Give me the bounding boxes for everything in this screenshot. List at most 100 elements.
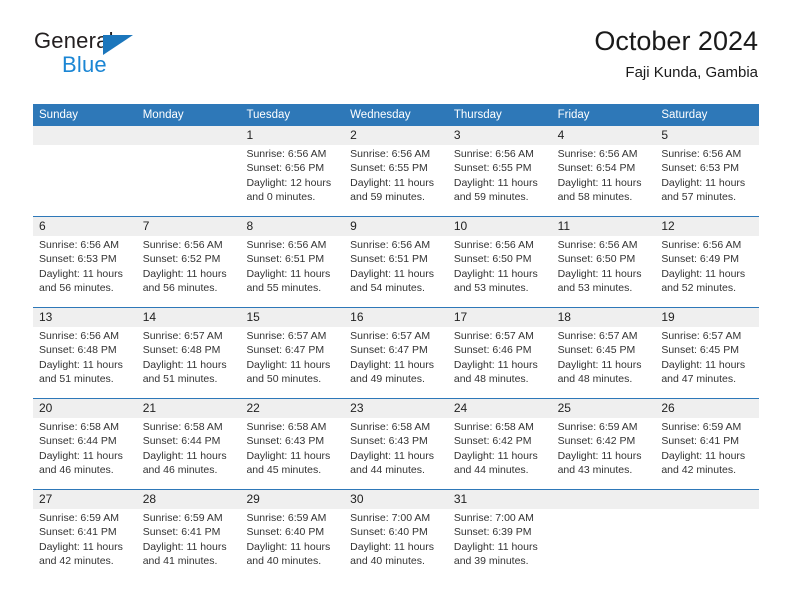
day-cell[interactable]: Sunrise: 6:56 AM Sunset: 6:50 PM Daylight:…	[448, 236, 552, 307]
day-number[interactable]: 25	[552, 399, 656, 418]
day-cell[interactable]: Sunrise: 6:59 AM Sunset: 6:40 PM Daylight:…	[240, 509, 344, 580]
day-cell[interactable]: Sunrise: 6:57 AM Sunset: 6:47 PM Daylight:…	[240, 327, 344, 398]
day-info-line: and 41 minutes.	[142, 554, 218, 567]
day-number[interactable]: 24	[448, 399, 552, 418]
day-cell[interactable]: Sunrise: 6:59 AM Sunset: 6:41 PM Daylight:…	[33, 509, 137, 580]
day-number[interactable]: 21	[137, 399, 241, 418]
day-number[interactable]: 6	[33, 217, 137, 236]
day-cell[interactable]: Sunrise: 6:57 AM Sunset: 6:47 PM Daylight:…	[344, 327, 448, 398]
day-number-empty	[655, 490, 759, 509]
day-info-line: Sunset: 6:50 PM	[453, 253, 532, 266]
day-number-empty	[137, 126, 241, 145]
day-number[interactable]: 20	[33, 399, 137, 418]
day-number[interactable]: 11	[552, 217, 656, 236]
day-number[interactable]: 28	[137, 490, 241, 509]
day-info-line: and 49 minutes.	[350, 372, 425, 385]
weekday-header-thursday: Thursday	[453, 109, 502, 121]
day-cell[interactable]: Sunrise: 6:56 AM Sunset: 6:55 PM Daylight:…	[344, 145, 448, 216]
day-number[interactable]: 14	[137, 308, 241, 327]
day-number[interactable]: 22	[240, 399, 344, 418]
day-cell[interactable]: Sunrise: 6:59 AM Sunset: 6:41 PM Daylight:…	[655, 418, 759, 489]
day-info-line: Daylight: 11 hours	[350, 540, 435, 553]
day-info-line: Daylight: 11 hours	[350, 449, 435, 462]
day-info-line: Sunset: 6:50 PM	[557, 253, 636, 266]
day-info-line: Sunset: 6:51 PM	[350, 253, 428, 266]
day-cell[interactable]: Sunrise: 6:58 AM Sunset: 6:43 PM Daylight:…	[344, 418, 448, 489]
day-info-line: Daylight: 11 hours	[246, 358, 331, 371]
day-cell[interactable]: Sunrise: 6:58 AM Sunset: 6:43 PM Daylight:…	[240, 418, 344, 489]
day-cell[interactable]: Sunrise: 6:56 AM Sunset: 6:50 PM Daylight:…	[552, 236, 656, 307]
day-info-line: Daylight: 11 hours	[350, 358, 435, 371]
logo-text-general: General	[34, 28, 114, 53]
day-number[interactable]: 2	[344, 126, 448, 145]
calendar-weeks: 1 2 3 4 5 Sunrise: 6:56 AM Sunset: 6:56 PM Dayl…	[33, 126, 759, 580]
day-cell[interactable]: Sunrise: 6:56 AM Sunset: 6:54 PM Daylight:…	[552, 145, 656, 216]
day-info-line: Daylight: 11 hours	[453, 449, 538, 462]
day-info-line: Sunset: 6:51 PM	[246, 253, 325, 266]
day-number[interactable]: 29	[240, 490, 344, 509]
day-number[interactable]: 17	[448, 308, 552, 327]
day-number[interactable]: 18	[552, 308, 656, 327]
day-number[interactable]: 16	[344, 308, 448, 327]
day-cell[interactable]: Sunrise: 6:56 AM Sunset: 6:53 PM Daylight:…	[655, 145, 759, 216]
day-cell[interactable]: Sunrise: 6:58 AM Sunset: 6:42 PM Daylight:…	[448, 418, 552, 489]
day-info-line: and 56 minutes.	[39, 281, 114, 294]
day-cell[interactable]: Sunrise: 6:59 AM Sunset: 6:41 PM Daylight:…	[137, 509, 241, 580]
day-cell[interactable]: Sunrise: 6:57 AM Sunset: 6:45 PM Daylight:…	[552, 327, 656, 398]
day-cell[interactable]: Sunrise: 6:56 AM Sunset: 6:56 PM Daylight:…	[240, 145, 344, 216]
day-number[interactable]: 9	[344, 217, 448, 236]
day-info-line: and 47 minutes.	[661, 372, 737, 385]
day-cell[interactable]: Sunrise: 6:57 AM Sunset: 6:46 PM Daylight:…	[448, 327, 552, 398]
day-number[interactable]: 10	[448, 217, 552, 236]
day-info-line: Daylight: 11 hours	[661, 176, 746, 189]
weekday-header-tuesday: Tuesday	[246, 109, 291, 121]
day-info-line: Daylight: 11 hours	[453, 358, 538, 371]
day-cell[interactable]: Sunrise: 7:00 AM Sunset: 6:39 PM Daylight:…	[448, 509, 552, 580]
day-info-line: Sunrise: 6:58 AM	[453, 421, 534, 433]
day-info-line: Sunrise: 6:56 AM	[39, 330, 119, 342]
day-number[interactable]: 15	[240, 308, 344, 327]
day-cell[interactable]: Sunrise: 6:58 AM Sunset: 6:44 PM Daylight:…	[33, 418, 137, 489]
day-cell[interactable]: Sunrise: 6:59 AM Sunset: 6:42 PM Daylight:…	[552, 418, 656, 489]
day-info-line: and 53 minutes.	[453, 281, 529, 294]
day-cell[interactable]: Sunrise: 6:56 AM Sunset: 6:53 PM Daylight:…	[33, 236, 137, 307]
day-number[interactable]: 26	[655, 399, 759, 418]
day-cell[interactable]: Sunrise: 6:57 AM Sunset: 6:48 PM Daylight:…	[137, 327, 241, 398]
calendar-grid: Sunday Monday Tuesday Wednesday Thursday Frid…	[33, 104, 759, 580]
day-info-line: Sunrise: 6:56 AM	[246, 239, 327, 251]
day-number[interactable]: 7	[137, 217, 241, 236]
day-number[interactable]: 3	[448, 126, 552, 145]
day-number[interactable]: 8	[240, 217, 344, 236]
day-number[interactable]: 13	[33, 308, 137, 327]
day-number[interactable]: 30	[344, 490, 448, 509]
day-info-line: Sunrise: 7:00 AM	[350, 512, 431, 524]
day-number[interactable]: 27	[33, 490, 137, 509]
weekday-header-friday: Friday	[557, 109, 590, 121]
day-cell[interactable]: Sunrise: 6:56 AM Sunset: 6:52 PM Daylight:…	[137, 236, 241, 307]
day-cell[interactable]: Sunrise: 6:56 AM Sunset: 6:48 PM Daylight:…	[33, 327, 137, 398]
day-info-line: Sunrise: 6:59 AM	[661, 421, 742, 433]
calendar-week-row: 1 2 3 4 5 Sunrise: 6:56 AM Sunset: 6:56 PM Dayl…	[33, 126, 759, 216]
day-cell[interactable]: Sunrise: 6:57 AM Sunset: 6:45 PM Daylight:…	[655, 327, 759, 398]
day-number[interactable]: 4	[552, 126, 656, 145]
day-number[interactable]: 31	[448, 490, 552, 509]
day-info-line: Daylight: 11 hours	[142, 540, 227, 553]
day-number-band: 6 7 8 9 10 11 12	[33, 217, 759, 236]
day-detail-band: Sunrise: 6:56 AM Sunset: 6:56 PM Daylight:…	[33, 145, 759, 216]
day-cell[interactable]: Sunrise: 6:56 AM Sunset: 6:51 PM Daylight:…	[240, 236, 344, 307]
day-cell[interactable]: Sunrise: 6:58 AM Sunset: 6:44 PM Daylight:…	[137, 418, 241, 489]
day-number[interactable]: 23	[344, 399, 448, 418]
day-info-line: and 59 minutes.	[453, 190, 529, 203]
day-number[interactable]: 19	[655, 308, 759, 327]
day-number[interactable]: 5	[655, 126, 759, 145]
day-info-line: Daylight: 11 hours	[453, 267, 538, 280]
day-number[interactable]: 12	[655, 217, 759, 236]
day-info-line: Sunrise: 6:57 AM	[661, 330, 742, 342]
day-cell[interactable]: Sunrise: 6:56 AM Sunset: 6:49 PM Daylight:…	[655, 236, 759, 307]
day-cell[interactable]: Sunrise: 7:00 AM Sunset: 6:40 PM Daylight:…	[344, 509, 448, 580]
day-cell[interactable]: Sunrise: 6:56 AM Sunset: 6:51 PM Daylight:…	[344, 236, 448, 307]
day-cell[interactable]: Sunrise: 6:56 AM Sunset: 6:55 PM Daylight:…	[448, 145, 552, 216]
day-info-line: Sunrise: 6:56 AM	[246, 148, 327, 160]
day-info-line: Sunset: 6:48 PM	[39, 344, 117, 357]
day-number[interactable]: 1	[240, 126, 344, 145]
